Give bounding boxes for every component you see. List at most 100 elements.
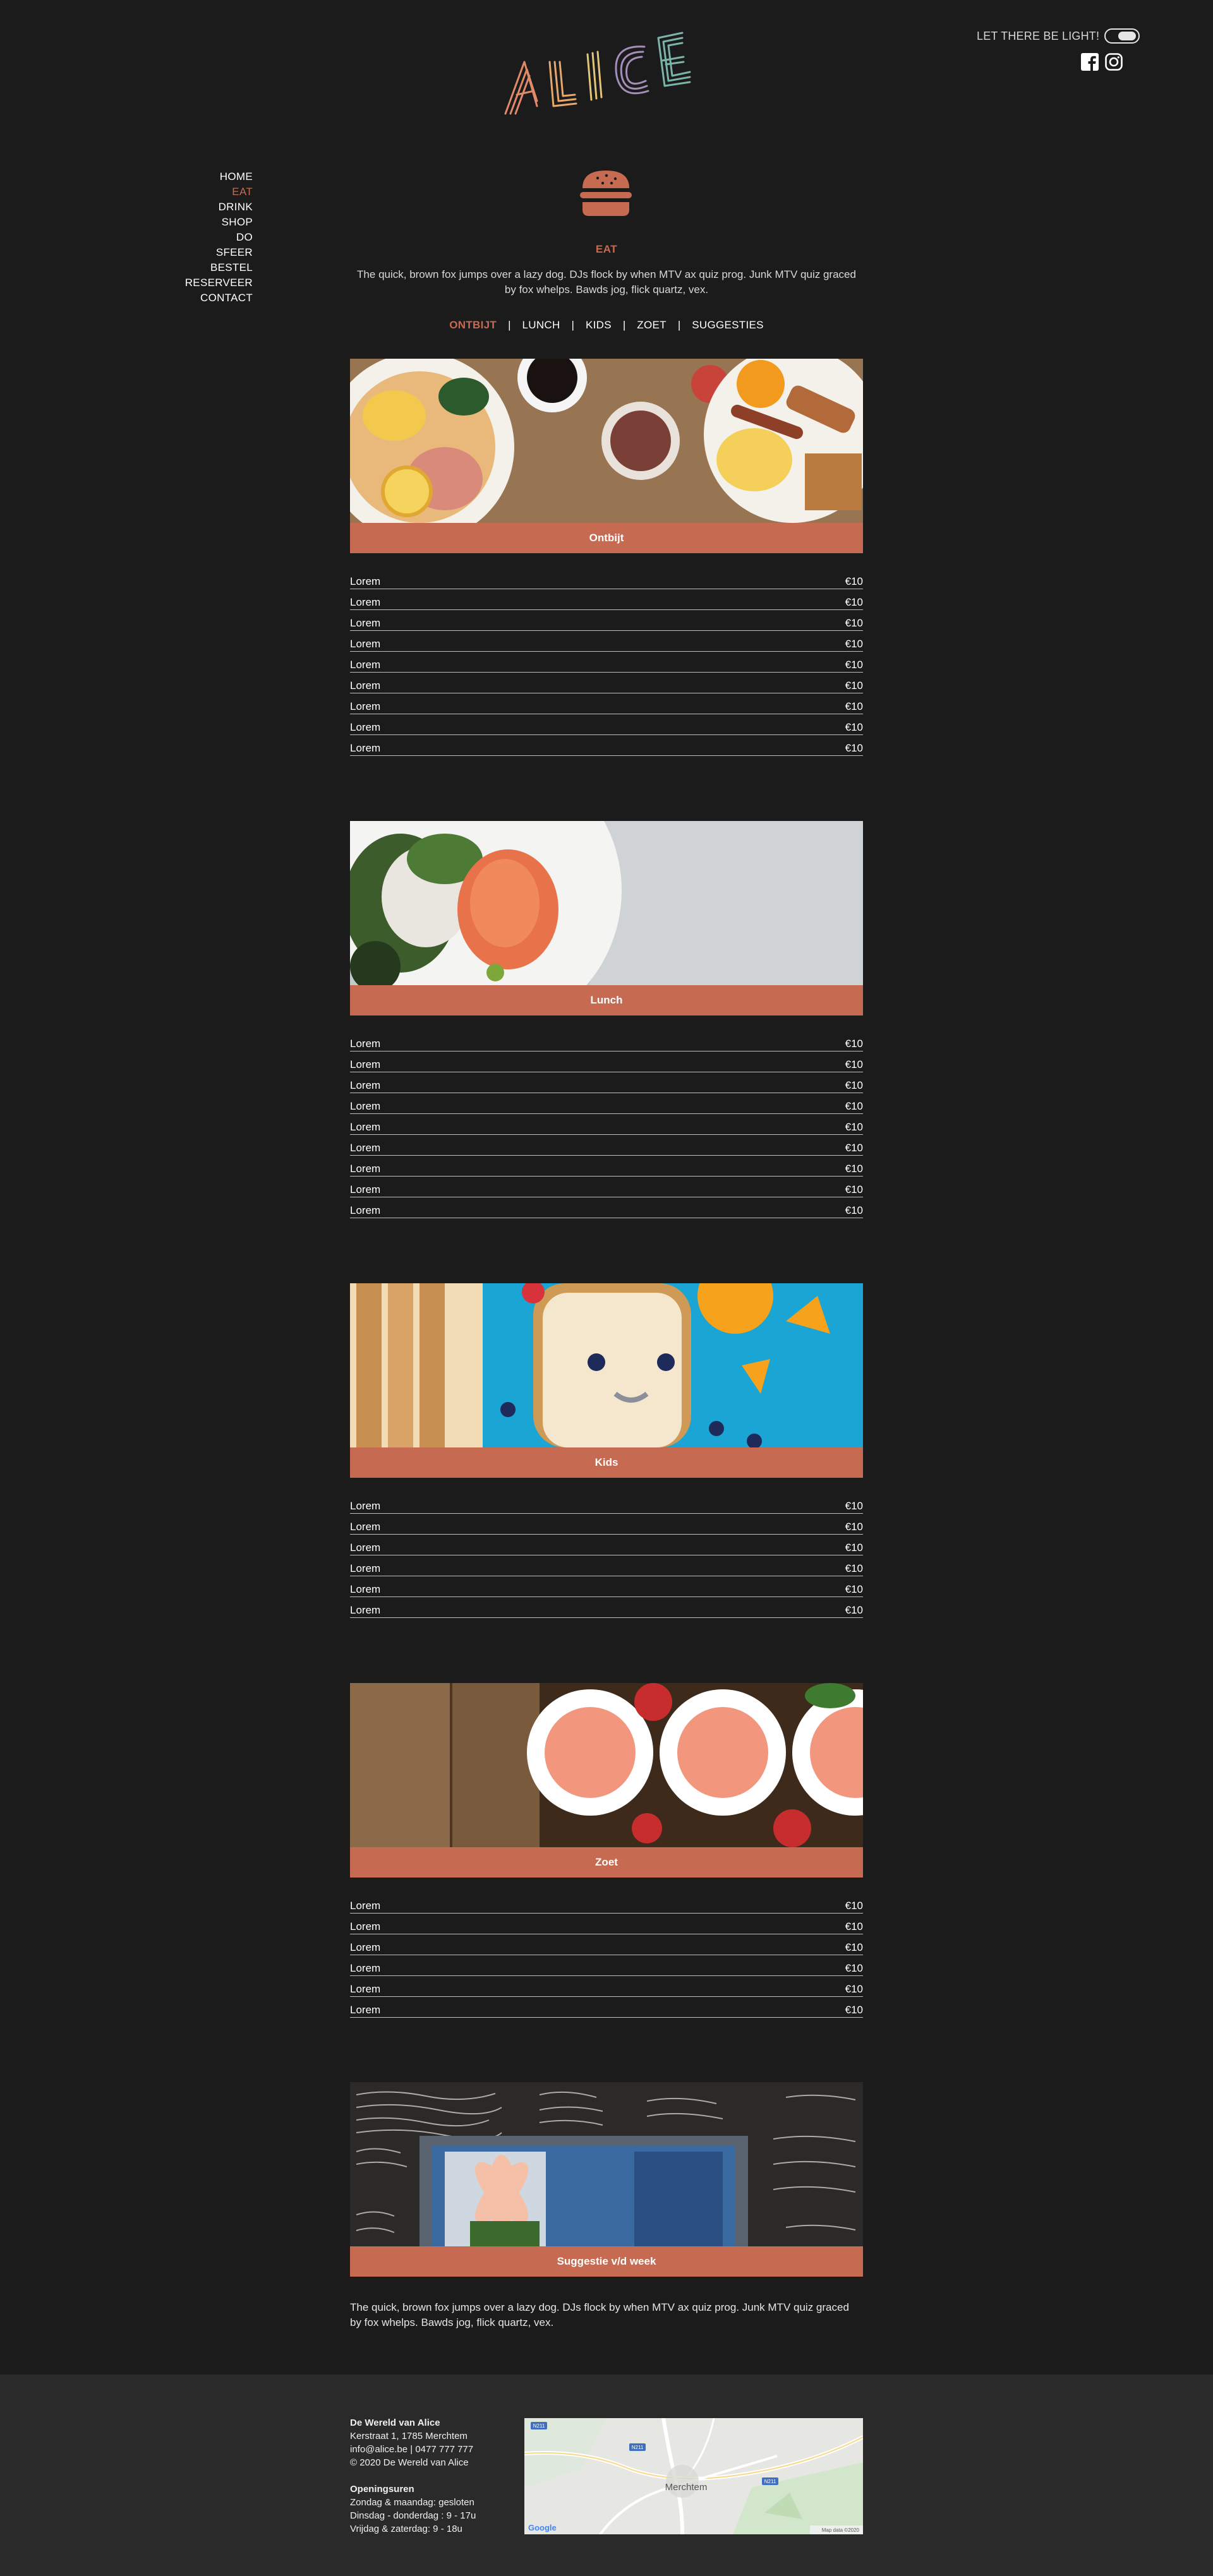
- menu-item-name: Lorem: [350, 1142, 381, 1154]
- suggestie-text: The quick, brown fox jumps over a lazy d…: [350, 2301, 849, 2328]
- menu-item: Lorem €10: [350, 1997, 863, 2018]
- section-banner-ontbijt: Ontbijt: [350, 523, 863, 553]
- tab-kids[interactable]: KIDS: [582, 319, 615, 332]
- menu-item: Lorem €10: [350, 1197, 863, 1218]
- footer-business-name: De Wereld van Alice: [350, 2417, 440, 2428]
- menu-item-price: €10: [845, 1079, 863, 1091]
- menu-item: Lorem €10: [350, 1955, 863, 1976]
- nav-item-drink[interactable]: DRINK: [152, 200, 253, 215]
- menu-item-name: Lorem: [350, 700, 381, 712]
- map-road-label: N211: [533, 2423, 545, 2429]
- facebook-icon[interactable]: [1080, 52, 1099, 71]
- section-banner-kids: Kids: [350, 1447, 863, 1478]
- menu-item: Lorem €10: [350, 1914, 863, 1934]
- menu-item-price: €10: [845, 1038, 863, 1050]
- menu-item-name: Lorem: [350, 1983, 381, 1995]
- tab-separator: |: [508, 319, 511, 331]
- nav-item-reserveer[interactable]: RESERVEER: [152, 275, 253, 291]
- menu-item-name: Lorem: [350, 1521, 381, 1533]
- menu-item-name: Lorem: [350, 1962, 381, 1974]
- location-map[interactable]: N211 N211 N211 Merchtem Google Map data …: [524, 2418, 863, 2534]
- footer-address: Kerstraat 1, 1785 Merchtem: [350, 2431, 468, 2441]
- menu-item-price: €10: [845, 617, 863, 629]
- menu-item-price: €10: [845, 721, 863, 733]
- menu-item-name: Lorem: [350, 742, 381, 754]
- menu-card-ontbijt: Ontbijt: [350, 359, 863, 553]
- social-links: [1080, 52, 1123, 71]
- footer-hours-title: Openingsuren: [350, 2484, 414, 2495]
- menu-item-price: €10: [845, 1163, 863, 1175]
- toggle-switch[interactable]: [1104, 28, 1140, 44]
- menu-item-name: Lorem: [350, 680, 381, 692]
- menu-item-name: Lorem: [350, 575, 381, 587]
- footer-hours-line: Zondag & maandag: gesloten: [350, 2497, 474, 2508]
- main-nav: HOME EAT DRINK SHOP DO SFEER BESTEL RESE…: [152, 169, 253, 306]
- menu-item: Lorem €10: [350, 1893, 863, 1914]
- menu-item-price: €10: [845, 1583, 863, 1595]
- map-road-label: N211: [764, 2479, 776, 2484]
- menu-item-price: €10: [845, 1058, 863, 1070]
- menu-item-name: Lorem: [350, 1058, 381, 1070]
- instagram-icon[interactable]: [1104, 52, 1123, 71]
- menu-card-lunch: Lunch: [350, 821, 863, 1015]
- tab-separator: |: [622, 319, 626, 331]
- menu-item-name: Lorem: [350, 1500, 381, 1512]
- menu-item-price: €10: [845, 1562, 863, 1574]
- menu-item-name: Lorem: [350, 659, 381, 671]
- menu-item: Lorem €10: [350, 1576, 863, 1597]
- lunch-photo: [350, 821, 863, 985]
- menu-item-price: €10: [845, 1100, 863, 1112]
- tab-ontbijt[interactable]: ONTBIJT: [445, 319, 500, 332]
- section-banner-lunch: Lunch: [350, 985, 863, 1015]
- menu-item: Lorem €10: [350, 1597, 863, 1618]
- menu-item-price: €10: [845, 700, 863, 712]
- menu-item-name: Lorem: [350, 1121, 381, 1133]
- footer-contact-line[interactable]: info@alice.be | 0477 777 777: [350, 2443, 514, 2456]
- tab-zoet[interactable]: ZOET: [633, 319, 670, 332]
- menu-item: Lorem €10: [350, 1072, 863, 1093]
- menu-item: Lorem €10: [350, 1535, 863, 1555]
- chalkboard-photo: [350, 2082, 863, 2246]
- page-title: EAT: [595, 243, 618, 255]
- menu-tabs: ONTBIJT | LUNCH | KIDS | ZOET | SUGGESTI…: [0, 319, 1213, 332]
- menu-item: Lorem €10: [350, 1093, 863, 1114]
- menu-item-name: Lorem: [350, 1038, 381, 1050]
- nav-item-home[interactable]: HOME: [152, 169, 253, 184]
- menu-list-lunch: Lorem €10 Lorem €10 Lorem €10 Lorem €10 Lore…: [350, 1031, 863, 1218]
- menu-item-price: €10: [845, 1500, 863, 1512]
- menu-item-name: Lorem: [350, 1920, 381, 1932]
- nav-item-bestel[interactable]: BESTEL: [152, 260, 253, 275]
- tab-lunch[interactable]: LUNCH: [518, 319, 564, 332]
- menu-item: Lorem €10: [350, 1177, 863, 1197]
- menu-item: Lorem €10: [350, 1493, 863, 1514]
- nav-item-shop[interactable]: SHOP: [152, 215, 253, 230]
- tab-suggesties[interactable]: SUGGESTIES: [688, 319, 768, 332]
- menu-item-price: €10: [845, 1142, 863, 1154]
- footer-spacer: [350, 2469, 514, 2483]
- menu-item-price: €10: [845, 1604, 863, 1616]
- menu-item-name: Lorem: [350, 1542, 381, 1554]
- footer-hours-line: Vrijdag & zaterdag: 9 - 18u: [350, 2524, 462, 2534]
- menu-item: Lorem €10: [350, 1555, 863, 1576]
- menu-item-name: Lorem: [350, 721, 381, 733]
- nav-item-eat[interactable]: EAT: [152, 184, 253, 200]
- menu-item-price: €10: [845, 1941, 863, 1953]
- menu-item-price: €10: [845, 1121, 863, 1133]
- tab-separator: |: [571, 319, 574, 331]
- menu-item: Lorem €10: [350, 1934, 863, 1955]
- map-attribution: Map data ©2020: [822, 2527, 860, 2533]
- menu-item: Lorem €10: [350, 714, 863, 735]
- menu-item: Lorem €10: [350, 1514, 863, 1535]
- menu-item: Lorem €10: [350, 610, 863, 631]
- menu-list-zoet: Lorem €10 Lorem €10 Lorem €10 Lorem €10 Lore…: [350, 1893, 863, 2018]
- menu-item-name: Lorem: [350, 1900, 381, 1912]
- alice-logo[interactable]: [499, 25, 714, 120]
- menu-list-kids: Lorem €10 Lorem €10 Lorem €10 Lorem €10 Lore…: [350, 1493, 863, 1618]
- menu-item: Lorem €10: [350, 1135, 863, 1156]
- breakfast-photo: [350, 359, 863, 523]
- menu-item-name: Lorem: [350, 1604, 381, 1616]
- page-intro: The quick, brown fox jumps over a lazy d…: [357, 268, 856, 296]
- light-mode-toggle[interactable]: LET THERE BE LIGHT!: [977, 28, 1140, 44]
- nav-item-contact[interactable]: CONTACT: [152, 291, 253, 306]
- menu-item-price: €10: [845, 1962, 863, 1974]
